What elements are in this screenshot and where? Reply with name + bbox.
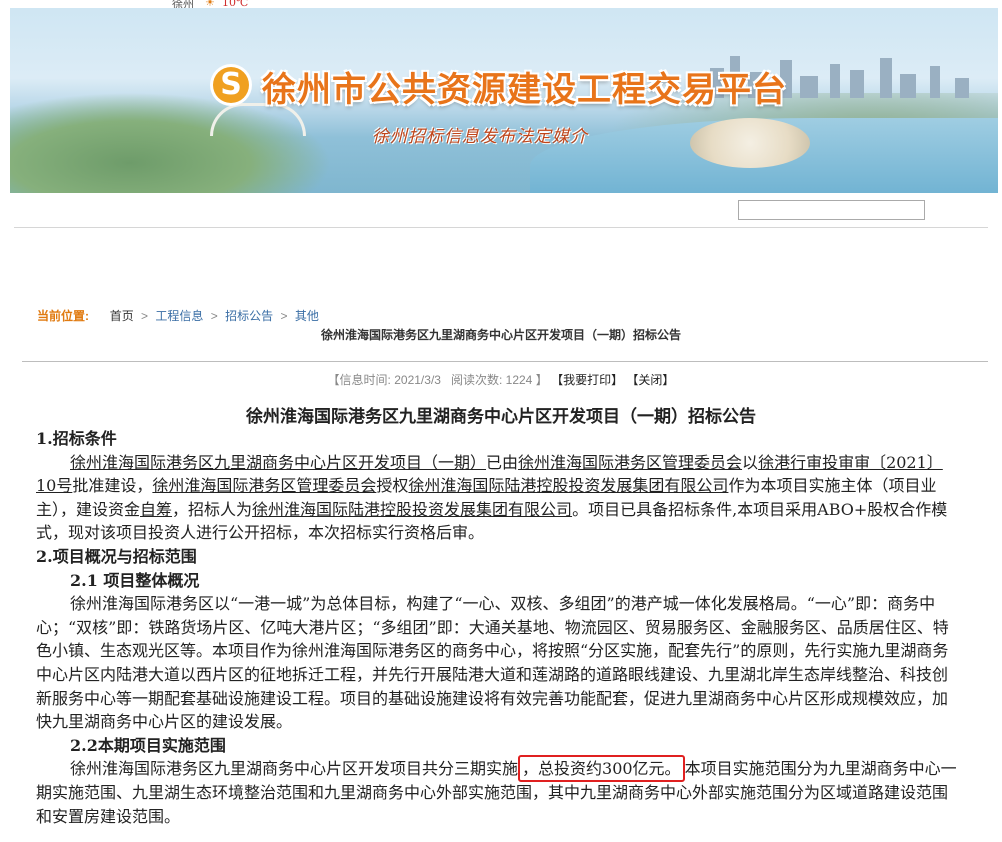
document-body: 1.招标条件 徐州淮海国际港务区九里湖商务中心片区开发项目（一期）已由徐州淮海国… xyxy=(36,427,961,828)
article-meta: 【信息时间: 2021/3/3 阅读次数: 1224 】 【我要打印】 【关闭】 xyxy=(0,371,1002,388)
section-heading: 1.招标条件 xyxy=(36,429,117,448)
breadcrumb-engineering-info[interactable]: 工程信息 xyxy=(155,309,203,323)
site-title: 徐州市公共资源建设工程交易平台 xyxy=(262,70,787,110)
breadcrumb-separator: > xyxy=(210,309,218,323)
breadcrumb-home[interactable]: 首页 xyxy=(110,309,134,323)
text-run: 徐州淮海国际港务区九里湖商务中心片区开发项目共分三期实施 xyxy=(70,759,519,779)
underlined-authority: 徐州淮海国际港务区管理委员会 xyxy=(518,452,743,472)
close-button[interactable]: 【关闭】 xyxy=(626,373,674,387)
document-title: 徐州淮海国际港务区九里湖商务中心片区开发项目（一期）招标公告 xyxy=(246,407,756,427)
page-title: 徐州淮海国际港务区九里湖商务中心片区开发项目（一期）招标公告 xyxy=(320,328,681,342)
underlined-project-name: 徐州淮海国际港务区九里湖商务中心片区开发项目（一期） xyxy=(70,452,487,472)
subsection-heading: 2.2本期项目实施范围 xyxy=(70,735,226,755)
breadcrumb-separator: > xyxy=(141,309,149,323)
breadcrumb: 当前位置: 首页 > 工程信息 > 招标公告 > 其他 xyxy=(37,307,319,324)
site-subtitle: 徐州招标信息发布法定媒介 xyxy=(372,127,588,147)
print-button[interactable]: 【我要打印】 xyxy=(551,373,623,387)
breadcrumb-other[interactable]: 其他 xyxy=(295,309,319,323)
subsection-heading: 2.1 项目整体概况 xyxy=(70,570,200,590)
underlined-funding: 自筹 xyxy=(140,499,173,519)
search-input[interactable] xyxy=(738,200,925,220)
info-time: 2021/3/3 xyxy=(394,373,441,387)
underlined-company: 徐州淮海国际陆港控股投资发展集团有限公司 xyxy=(252,499,573,519)
info-time-label: 【信息时间: xyxy=(327,373,391,387)
divider xyxy=(22,361,988,362)
underlined-company: 徐州淮海国际陆港控股投资发展集团有限公司 xyxy=(408,476,729,496)
paragraph: 徐州淮海国际港务区以“一港一城”为总体目标，构建了“一心、双核、多组团”的港产城… xyxy=(36,594,949,732)
text-run: 已由 xyxy=(486,452,519,472)
section-heading: 2.项目概况与招标范围 xyxy=(36,546,197,566)
site-logo[interactable]: S xyxy=(213,67,249,103)
divider xyxy=(14,227,988,228)
text-run: 授权 xyxy=(376,476,409,496)
breadcrumb-tender-notice[interactable]: 招标公告 xyxy=(225,309,273,323)
text-run: 以 xyxy=(742,452,759,472)
read-count-label: 阅读次数: xyxy=(450,373,503,387)
meta-bracket: 】 xyxy=(535,373,548,387)
paragraph: 徐州淮海国际港务区九里湖商务中心片区开发项目（一期）已由徐州淮海国际港务区管理委… xyxy=(36,451,961,545)
read-count: 1224 xyxy=(505,373,533,387)
paragraph: 徐州淮海国际港务区九里湖商务中心片区开发项目共分三期实施 ，总投资约300亿元。本… xyxy=(36,755,961,828)
banner-plaza xyxy=(690,118,810,168)
underlined-authority: 徐州淮海国际港务区管理委员会 xyxy=(152,476,377,496)
text-run: ，招标人为 xyxy=(172,499,253,519)
breadcrumb-label: 当前位置: xyxy=(37,309,89,323)
text-run: 批准建设， xyxy=(72,476,153,496)
breadcrumb-separator: > xyxy=(280,309,288,323)
highlight-box: ，总投资约300亿元。 xyxy=(518,755,685,783)
